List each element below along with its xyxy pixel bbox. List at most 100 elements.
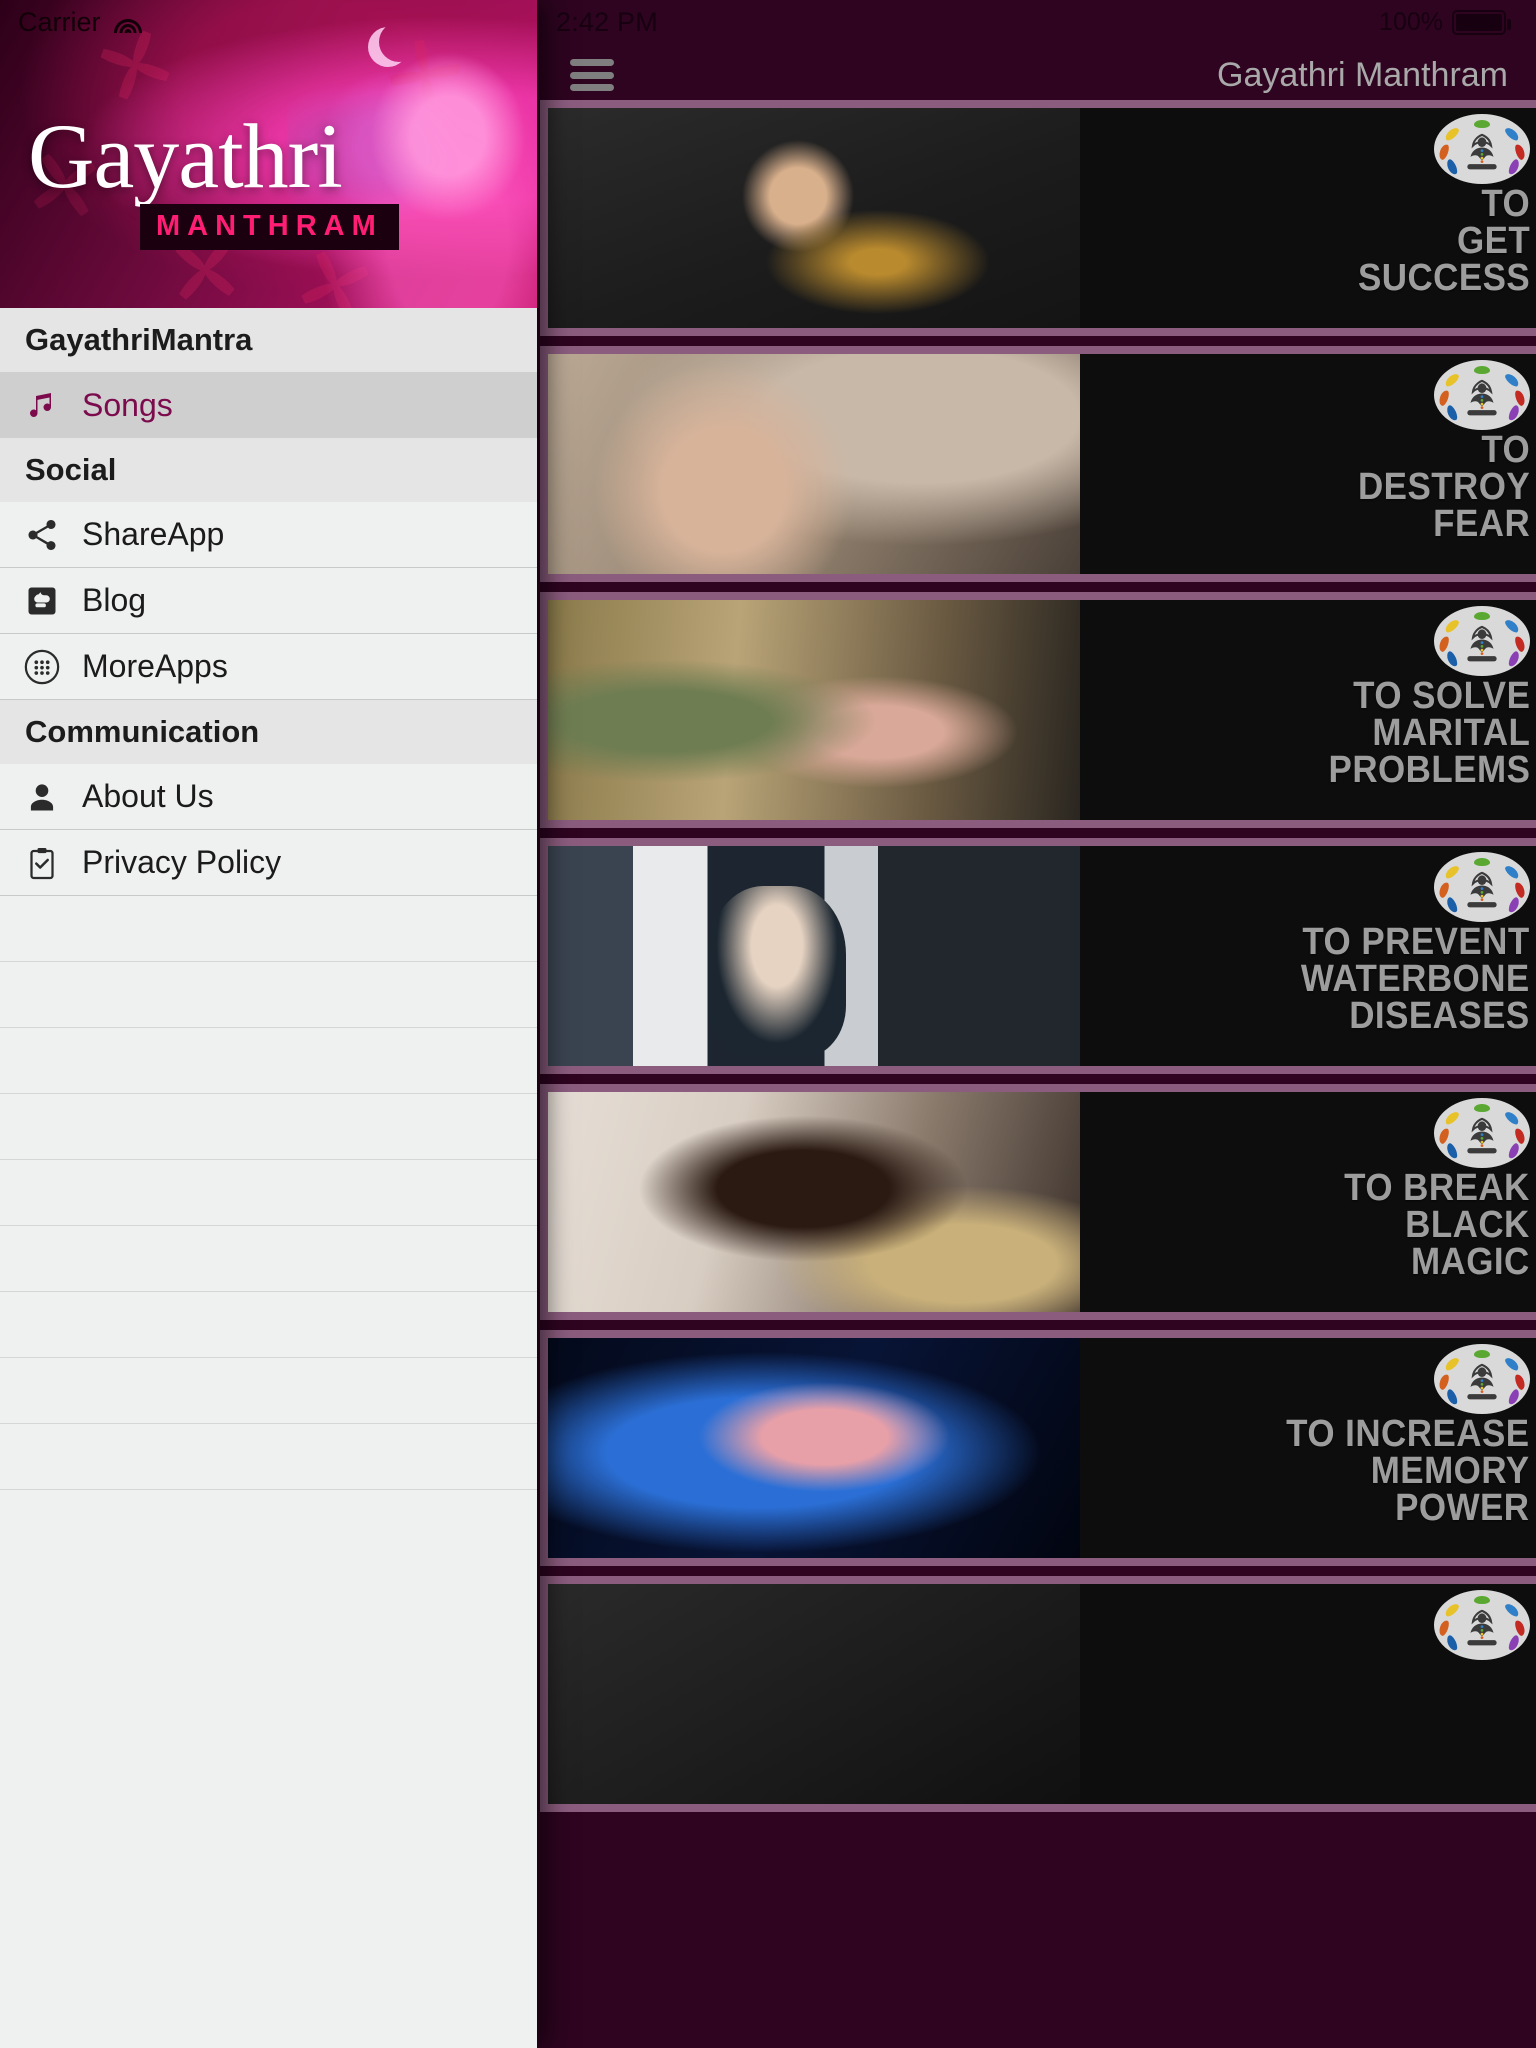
card-caption-line: MARITAL [1372,712,1530,755]
logo-leaf [1444,404,1460,422]
sidebar-item-songs[interactable]: Songs [0,372,537,438]
navigation-drawer[interactable]: Carrier Gayathri MANTHRAM GayathriMantra… [0,0,537,2048]
drawer-empty-row [0,1292,537,1358]
logo-leaf [1443,371,1461,389]
meditating-figure-icon [1467,133,1497,170]
clipboard-check-icon [22,843,62,883]
logo-leaf [1437,1127,1451,1145]
logo-leaf [1443,617,1461,635]
status-right-group: 100% [1379,7,1511,37]
brand-logo: Gayathri MANTHRAM [28,105,399,250]
mantra-card[interactable]: TO INCREASE MEMORY POWER [540,1330,1536,1566]
person-icon [22,777,62,817]
logo-leaf [1474,1596,1490,1604]
mantra-card-list[interactable]: TO GET SUCCESS TO DESTROY FEAR TO SOLVE MARITAL… [540,100,1536,2048]
mantra-card[interactable]: TO SOLVE MARITAL PROBLEMS [540,592,1536,828]
sidebar-item-moreapps[interactable]: MoreApps [0,634,537,700]
card-caption: TO SOLVE MARITAL PROBLEMS [1328,677,1530,790]
card-caption: TO GET SUCCESS [1357,185,1530,300]
sidebar-item-blog[interactable]: Blog [0,568,537,634]
meditating-figure-icon [1467,1609,1497,1646]
logo-leaf [1437,881,1451,899]
drawer-empty-row [0,962,537,1028]
hamburger-menu-icon[interactable] [570,59,614,91]
logo-leaf [1444,650,1460,668]
card-caption-line: MAGIC [1411,1241,1530,1284]
card-photo [548,1584,1081,1804]
lotus-meditation-logo [1434,360,1530,430]
logo-leaf [1503,863,1521,881]
sidebar-item-label: About Us [82,778,214,814]
logo-leaf [1443,863,1461,881]
sidebar-item-label: Blog [82,582,147,618]
card-caption-area: TO GET SUCCESS [1080,108,1536,328]
card-caption-area: TO SOLVE MARITAL PROBLEMS [1080,600,1536,820]
drawer-status-bar: Carrier [0,0,537,44]
mantra-card[interactable]: TO GET SUCCESS [540,100,1536,336]
card-photo [548,600,1081,820]
meditating-figure-icon [1467,379,1497,416]
drawer-empty-row [0,1094,537,1160]
status-time: 2:42 PM [556,6,658,37]
card-caption: TO DESTROY FEAR [1358,429,1530,546]
sidebar-item-label: ShareApp [82,516,225,552]
card-caption-line: WATERBONE [1301,958,1530,1001]
drawer-empty-row [0,1028,537,1094]
logo-leaf [1444,896,1460,914]
sidebar-item-about-us[interactable]: About Us [0,764,537,830]
logo-leaf [1506,650,1522,668]
drawer-section-header: GayathriMantra [0,308,537,372]
drawer-empty-row [0,1160,537,1226]
card-photo [548,846,1081,1066]
sidebar-item-label: Privacy Policy [82,844,282,880]
music-note-icon [22,385,62,425]
mantra-card[interactable] [540,1576,1536,1812]
card-photo [548,1338,1081,1558]
share-icon [22,515,62,555]
logo-leaf [1437,1373,1451,1391]
page-title: Gayathri Manthram [1217,55,1508,94]
brand-title: Gayathri [28,105,343,208]
card-photo [548,354,1081,574]
blogger-icon [22,581,62,621]
card-caption-line: POWER [1395,1487,1530,1530]
lotus-meditation-logo [1434,1098,1530,1168]
logo-leaf [1444,1388,1460,1406]
drawer-menu-list[interactable]: GayathriMantra Songs Social ShareApp Blog Mor… [0,308,537,1490]
logo-leaf [1503,1109,1521,1127]
logo-leaf [1506,1142,1522,1160]
logo-leaf [1474,366,1490,374]
sidebar-item-privacy-policy[interactable]: Privacy Policy [0,830,537,896]
card-caption: TO INCREASE MEMORY POWER [1287,1415,1530,1530]
logo-leaf [1444,158,1460,176]
card-caption-area: TO PREVENT WATERBONE DISEASES [1080,846,1536,1066]
sidebar-item-shareapp[interactable]: ShareApp [0,502,537,568]
mantra-card[interactable]: TO DESTROY FEAR [540,346,1536,582]
lotus-meditation-logo [1434,852,1530,922]
logo-leaf [1443,1601,1461,1619]
logo-leaf [1444,1634,1460,1652]
lotus-meditation-logo [1434,1590,1530,1660]
drawer-empty-row [0,896,537,962]
card-caption-line: TO PREVENT [1302,921,1530,963]
sidebar-item-label: Songs [82,386,173,423]
carrier-label: Carrier [18,6,101,37]
mantra-card[interactable]: TO PREVENT WATERBONE DISEASES [540,838,1536,1074]
logo-leaf [1503,1355,1521,1373]
card-caption-line: SUCCESS [1357,257,1530,300]
lotus-meditation-logo [1434,606,1530,676]
battery-percent-label: 100% [1379,7,1443,36]
lotus-meditation-logo [1434,1344,1530,1414]
logo-leaf [1443,1355,1461,1373]
drawer-section-header: Social [0,438,537,502]
mantra-card[interactable]: TO BREAK BLACK MAGIC [540,1084,1536,1320]
logo-leaf [1474,1350,1490,1358]
sidebar-item-label: MoreApps [82,648,228,684]
card-caption-line: TO [1481,429,1530,471]
logo-leaf [1443,1109,1461,1127]
logo-leaf [1506,896,1522,914]
logo-leaf [1503,617,1521,635]
card-caption-area [1080,1584,1536,1804]
card-caption: TO PREVENT WATERBONE DISEASES [1301,921,1530,1036]
card-caption-line: FEAR [1432,503,1530,546]
